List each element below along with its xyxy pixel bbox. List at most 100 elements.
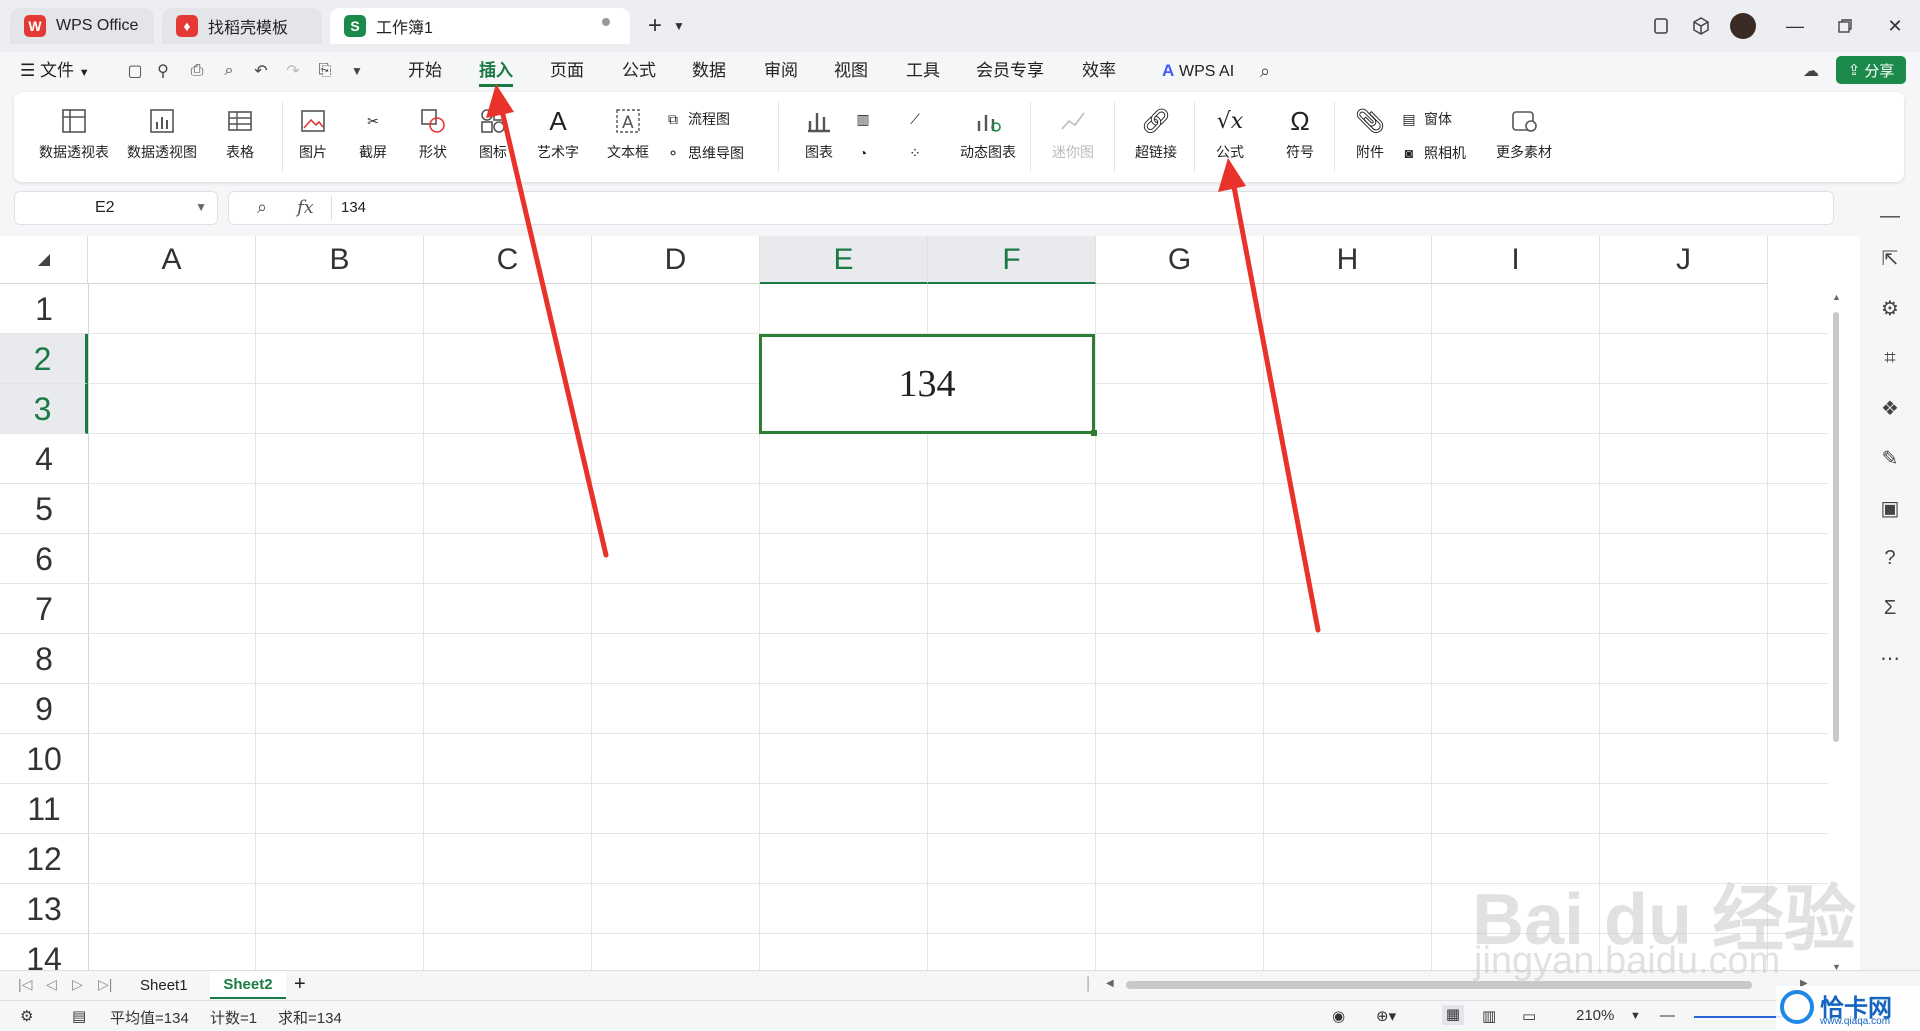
format-painter-icon[interactable]: ⚲ (152, 60, 174, 82)
row-header-12[interactable]: 12 (0, 834, 88, 884)
row-header-7[interactable]: 7 (0, 584, 88, 634)
row-header-13[interactable]: 13 (0, 884, 88, 934)
select-all-corner[interactable] (0, 236, 88, 284)
menu-insert[interactable]: 插入 (479, 58, 513, 87)
name-box[interactable]: E2 ▼ (14, 191, 218, 225)
scroll-left-icon[interactable]: ◀ (1106, 978, 1114, 989)
normal-view-icon[interactable]: ▦ (1442, 1005, 1464, 1025)
flowchart-button[interactable]: ⧉ 流程图 (662, 108, 730, 130)
window-switch-icon[interactable] (1646, 12, 1676, 40)
crop-icon[interactable]: ⌗ (1876, 344, 1904, 372)
collapse-icon[interactable]: — (1876, 202, 1904, 230)
menu-home[interactable]: 开始 (408, 58, 442, 84)
search-icon[interactable]: ⌕ (1254, 60, 1276, 82)
sigma-icon[interactable]: Σ (1876, 594, 1904, 622)
scroll-up-icon[interactable]: ▲ (1832, 292, 1841, 302)
table-button[interactable]: 表格 (210, 106, 270, 162)
wps-ai-button[interactable]: A WPS AI (1162, 58, 1234, 84)
chevron-down-icon[interactable]: ▼ (195, 200, 207, 214)
cube-icon[interactable] (1686, 12, 1716, 40)
page-break-icon[interactable]: ▭ (1522, 1007, 1536, 1025)
select-cursor-icon[interactable]: ⇱ (1876, 244, 1904, 272)
file-menu[interactable]: ☰ 文件 ▼ (20, 58, 90, 84)
pivot-table-button[interactable]: 数据透视表 (34, 106, 114, 162)
chevron-down-icon[interactable]: ▼ (346, 60, 368, 82)
row-header-5[interactable]: 5 (0, 484, 88, 534)
zoom-magnifier-icon[interactable]: ⌕ (257, 197, 267, 218)
symbol-button[interactable]: Ω 符号 (1274, 106, 1326, 162)
word-art-button[interactable]: A 艺术字 (528, 106, 588, 162)
column-header-c[interactable]: C (424, 236, 592, 284)
tools-icon[interactable]: ✎ (1876, 444, 1904, 472)
screenshot-button[interactable]: ✂ 截屏 (348, 106, 398, 162)
pie-chart-dropdown[interactable]: ◔ (852, 142, 878, 164)
assets-icon[interactable]: ❖ (1876, 394, 1904, 422)
formula-input[interactable]: 134 (341, 199, 366, 216)
row-header-1[interactable]: 1 (0, 284, 88, 334)
column-header-a[interactable]: A (88, 236, 256, 284)
pivot-chart-button[interactable]: 数据透视图 (122, 106, 202, 162)
column-header-i[interactable]: I (1432, 236, 1600, 284)
row-header-3[interactable]: 3 (0, 384, 88, 434)
redo-icon[interactable]: ↷ (282, 60, 304, 82)
cloud-upload-icon[interactable]: ☁ (1800, 60, 1822, 82)
menu-review[interactable]: 审阅 (764, 58, 798, 84)
row-header-6[interactable]: 6 (0, 534, 88, 584)
menu-page[interactable]: 页面 (550, 58, 584, 84)
scrollbar-thumb[interactable] (1833, 312, 1839, 742)
print-preview-icon[interactable]: ⌕ (218, 60, 240, 82)
row-header-9[interactable]: 9 (0, 684, 88, 734)
textbox-button[interactable]: A 文本框 (598, 106, 658, 162)
row-header-8[interactable]: 8 (0, 634, 88, 684)
column-header-e[interactable]: E (760, 236, 928, 284)
prev-sheet-icon[interactable]: ◁ (46, 976, 57, 993)
last-sheet-icon[interactable]: ▷| (98, 976, 112, 993)
share-button[interactable]: ⇪ 分享 (1836, 56, 1906, 84)
book-icon[interactable]: ▣ (1876, 494, 1904, 522)
column-chart-dropdown[interactable]: ▥ (852, 108, 878, 130)
attachment-button[interactable]: 📎︎ 附件 (1344, 106, 1396, 162)
shape-button[interactable]: 形状 (408, 106, 458, 162)
menu-formula[interactable]: 公式 (622, 58, 656, 84)
scatter-chart-dropdown[interactable]: ⁘ (904, 142, 930, 164)
line-chart-dropdown[interactable]: ⟋ (904, 108, 930, 130)
sliders-icon[interactable]: ⚙ (1876, 294, 1904, 322)
chevron-down-icon[interactable]: ▼ (664, 12, 694, 40)
avatar[interactable] (1728, 12, 1758, 40)
page-icon[interactable]: ▤ (72, 1007, 86, 1025)
menu-member[interactable]: 会员专享 (976, 58, 1044, 84)
fx-icon[interactable]: fx (297, 197, 314, 218)
more-icon[interactable]: ⋯ (1876, 644, 1904, 672)
eye-protect-icon[interactable]: ◉ (1332, 1007, 1345, 1025)
menu-tools[interactable]: 工具 (906, 58, 940, 84)
formula-bar[interactable]: ⌕ fx 134 (228, 191, 1834, 225)
page-layout-icon[interactable]: ▥ (1482, 1007, 1496, 1025)
tab-workbook[interactable]: S 工作簿1 (330, 8, 630, 44)
save-icon[interactable]: ▢ (124, 60, 146, 82)
formula-button[interactable]: √x 公式 (1204, 106, 1256, 162)
macro-icon[interactable]: ⚙ (20, 1007, 33, 1025)
zoom-slider[interactable] (1694, 1016, 1784, 1018)
row-header-10[interactable]: 10 (0, 734, 88, 784)
form-button[interactable]: ▤ 窗体 (1398, 108, 1452, 130)
picture-button[interactable]: 图片 (288, 106, 338, 162)
menu-efficiency[interactable]: 效率 (1082, 58, 1116, 84)
column-header-j[interactable]: J (1600, 236, 1768, 284)
undo-icon[interactable]: ↶ (250, 60, 272, 82)
row-header-2[interactable]: 2 (0, 334, 88, 384)
sheet-tab-sheet2[interactable]: Sheet2 (210, 971, 286, 999)
column-header-f[interactable]: F (928, 236, 1096, 284)
add-sheet-button[interactable]: + (294, 973, 306, 996)
sheet-tab-sheet1[interactable]: Sheet1 (140, 977, 188, 994)
column-header-g[interactable]: G (1096, 236, 1264, 284)
close-icon[interactable]: ✕ (1880, 12, 1910, 40)
row-header-11[interactable]: 11 (0, 784, 88, 834)
row-header-14[interactable]: 14 (0, 934, 88, 970)
next-sheet-icon[interactable]: ▷ (72, 976, 83, 993)
hyperlink-button[interactable]: 🔗︎ 超链接 (1126, 106, 1186, 162)
row-header-4[interactable]: 4 (0, 434, 88, 484)
chart-button[interactable]: 图表 (794, 106, 844, 162)
minimize-icon[interactable]: — (1780, 12, 1810, 40)
freeze-icon[interactable]: ⊕▾ (1376, 1007, 1396, 1025)
camera-button[interactable]: ◙ 照相机 (1398, 142, 1466, 164)
